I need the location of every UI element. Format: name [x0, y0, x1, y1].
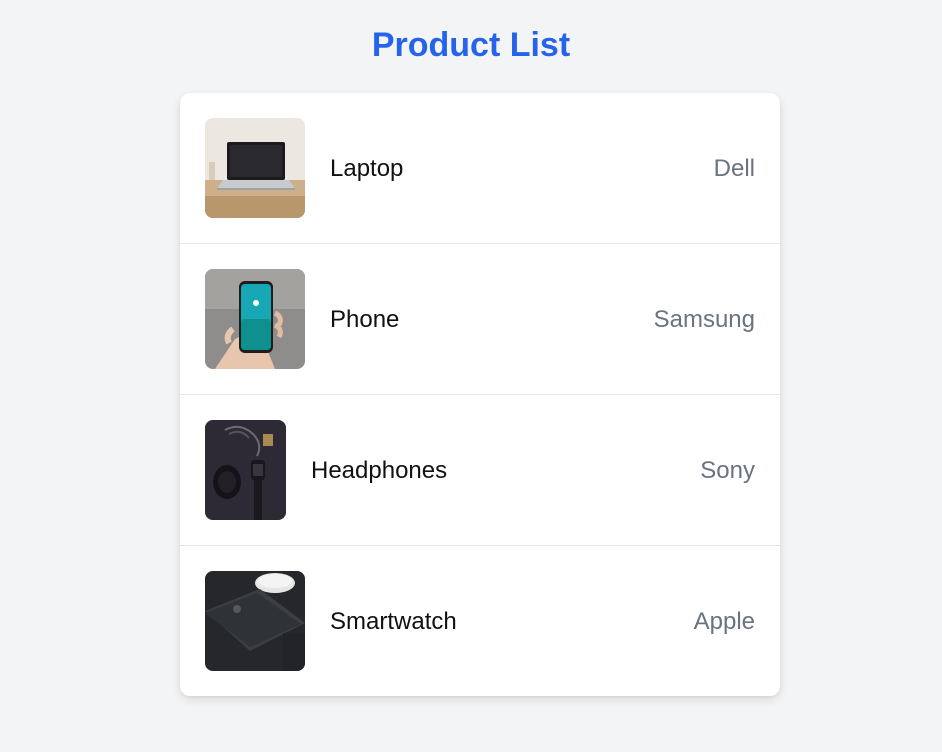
product-brand: Sony	[700, 457, 755, 484]
product-name: Phone	[330, 306, 400, 333]
list-item[interactable]: Laptop Dell	[180, 93, 780, 244]
smartwatch-photo-icon	[205, 571, 305, 671]
list-item[interactable]: Smartwatch Apple	[180, 546, 780, 696]
product-brand: Samsung	[653, 306, 755, 333]
product-name: Laptop	[330, 155, 404, 182]
page-title: Product List	[371, 26, 571, 64]
list-item[interactable]: Headphones Sony	[180, 395, 780, 546]
product-brand: Dell	[713, 155, 755, 182]
headphones-photo-icon	[205, 420, 286, 520]
product-list: Laptop Dell Phone Samsung Headphones Son…	[180, 93, 780, 696]
laptop-photo-icon	[205, 118, 305, 218]
product-brand: Apple	[693, 608, 755, 635]
product-name: Smartwatch	[330, 608, 457, 635]
phone-photo-icon	[205, 269, 305, 369]
list-item[interactable]: Phone Samsung	[180, 244, 780, 395]
product-name: Headphones	[311, 457, 448, 484]
